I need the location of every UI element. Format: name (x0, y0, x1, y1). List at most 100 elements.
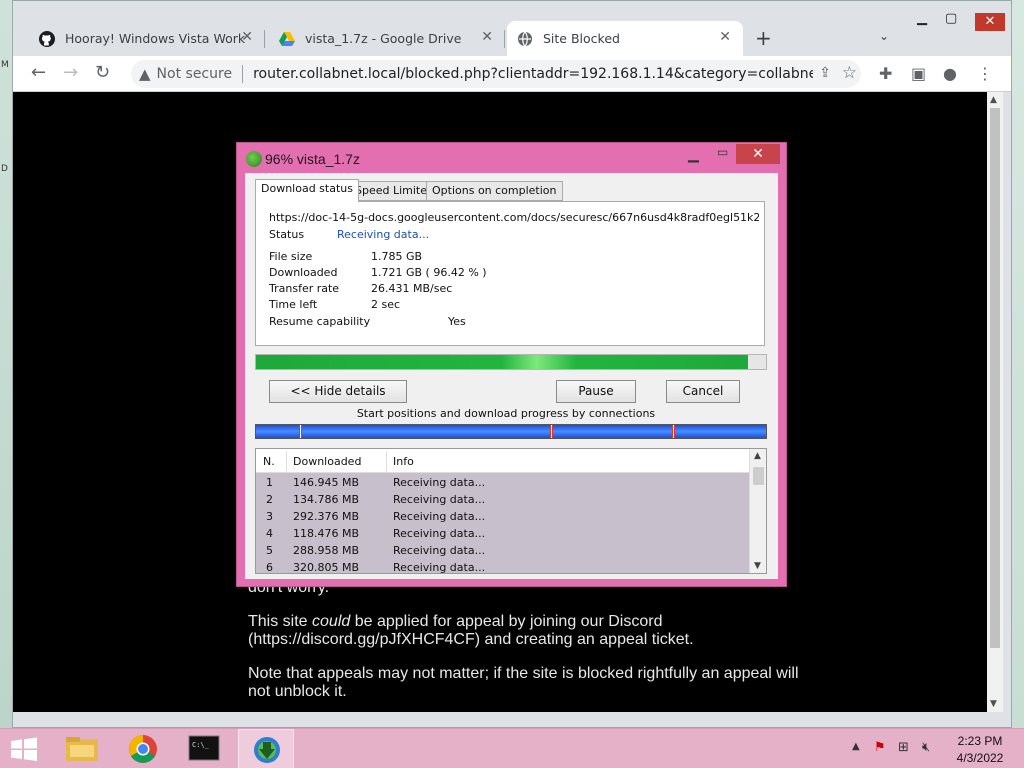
menu-kebab-icon[interactable]: ⋮ (977, 64, 993, 83)
action-center-flag-icon[interactable]: ⚑ (874, 740, 886, 755)
file-size-value: 1.785 GB (371, 250, 423, 263)
github-icon (39, 30, 55, 47)
network-icon[interactable]: ⊞ (898, 740, 909, 755)
close-icon[interactable]: ✕ (241, 29, 253, 45)
command-prompt-icon: C:\_ (188, 735, 220, 761)
connections-table: N. Downloaded Info 1 146.945 MB Receivin… (255, 448, 767, 574)
cell-downloaded: 118.476 MB (293, 527, 360, 540)
cell-number: 5 (266, 544, 273, 557)
google-drive-icon (279, 31, 295, 46)
window-close-icon[interactable]: ✕ (975, 13, 1005, 31)
windows-start-icon[interactable] (10, 737, 38, 761)
globe-icon (518, 31, 532, 46)
taskbar-chrome[interactable] (115, 729, 171, 768)
table-row[interactable]: 2 134.786 MB Receiving data... (256, 491, 750, 508)
connections-table-header: N. Downloaded Info (256, 449, 750, 473)
tab-github[interactable]: Hooray! Windows Vista Works! - ✕ (29, 21, 265, 56)
tab-download-status[interactable]: Download status (255, 179, 359, 202)
back-arrow-icon[interactable]: ← (31, 63, 46, 83)
tab-google-drive[interactable]: vista_1.7z - Google Drive ✕ (269, 21, 505, 56)
cell-info: Receiving data... (393, 544, 486, 557)
desktop-edge-left: M D (0, 0, 12, 728)
dialog-close-icon[interactable]: ✕ (736, 144, 780, 164)
time-left-value: 2 sec (371, 298, 401, 311)
tab-speed-limiter[interactable]: Speed Limiter (349, 181, 438, 201)
reload-icon[interactable]: ↻ (95, 63, 110, 83)
cell-number: 3 (266, 510, 273, 523)
table-row[interactable]: 5 288.958 MB Receiving data... (256, 542, 750, 559)
omnibox-divider (242, 65, 244, 83)
cell-downloaded: 146.945 MB (293, 476, 360, 489)
warning-icon[interactable]: ▲ (139, 65, 151, 83)
column-divider (386, 451, 387, 471)
tab-strip: Hooray! Windows Vista Works! - ✕ vista_1… (13, 1, 1011, 56)
cancel-button[interactable]: Cancel (666, 380, 740, 403)
side-panel-icon[interactable]: ▣ (911, 64, 926, 83)
column-header-downloaded[interactable]: Downloaded (293, 455, 361, 468)
taskbar: C:\_ ▲ ⚑ ⊞ 🔇︎ 2:23 PM 4/3/2022 (0, 728, 1024, 768)
time-left-label: Time left (269, 298, 318, 311)
scrollbar-thumb[interactable] (753, 467, 764, 485)
clock-date[interactable]: 4/3/2022 (940, 751, 1020, 765)
svg-text:C:\_: C:\_ (192, 741, 210, 749)
page-scrollbar[interactable]: ▲ ▼ (987, 92, 1003, 712)
pause-button[interactable]: Pause (556, 380, 636, 403)
new-tab-icon[interactable]: + (755, 26, 772, 50)
url-text[interactable]: router.collabnet.local/blocked.php?clien… (253, 66, 813, 82)
downloaded-label: Downloaded (269, 266, 338, 279)
browser-toolbar: ← → ↻ ▲ Not secure router.collabnet.loca… (13, 56, 1011, 92)
dialog-title: 96% vista_1.7z (265, 151, 360, 167)
star-icon[interactable]: ☆ (842, 63, 857, 83)
scroll-up-icon[interactable]: ▲ (754, 451, 761, 461)
column-header-number[interactable]: N. (263, 455, 275, 468)
share-icon[interactable]: ⇪ (819, 65, 831, 81)
scroll-down-icon[interactable]: ▼ (754, 561, 761, 571)
taskbar-file-explorer[interactable] (54, 729, 110, 768)
hide-details-button[interactable]: << Hide details (269, 380, 407, 403)
tab-site-blocked[interactable]: Site Blocked ✕ (507, 21, 743, 56)
taskbar-internet-download-manager[interactable] (238, 729, 294, 768)
volume-muted-icon[interactable]: 🔇︎ (922, 740, 930, 755)
table-row[interactable]: 4 118.476 MB Receiving data... (256, 525, 750, 542)
resume-capability-label: Resume capability (269, 315, 371, 328)
tab-title: Hooray! Windows Vista Works! - (65, 31, 245, 46)
minimize-icon[interactable]: ▁ (688, 147, 699, 163)
table-row[interactable]: 1 146.945 MB Receiving data... (256, 474, 750, 491)
scroll-up-icon[interactable]: ▲ (990, 95, 997, 105)
scrollbar-thumb[interactable] (990, 108, 1000, 648)
cell-number: 2 (266, 493, 273, 506)
connection-marker (299, 425, 302, 438)
download-progress-bar (255, 354, 767, 370)
chevron-down-icon[interactable]: ⌄ (879, 29, 889, 43)
cell-downloaded: 292.376 MB (293, 510, 360, 523)
resume-capability-value: Yes (448, 315, 466, 328)
scroll-down-icon[interactable]: ▼ (990, 699, 997, 709)
tab-separator (504, 30, 505, 48)
cell-number: 1 (266, 476, 273, 489)
taskbar-command-prompt[interactable]: C:\_ (176, 729, 232, 768)
tab-options-on-completion[interactable]: Options on completion (426, 181, 563, 201)
minimize-icon[interactable]: ▁ (917, 11, 927, 26)
clock-time[interactable]: 2:23 PM (940, 734, 1020, 748)
close-icon[interactable]: ✕ (481, 29, 493, 45)
close-icon[interactable]: ✕ (719, 29, 731, 45)
address-bar[interactable]: ▲ Not secure router.collabnet.local/bloc… (131, 60, 861, 88)
maximize-icon[interactable]: ▢ (945, 11, 957, 26)
forward-arrow-icon[interactable]: → (63, 63, 78, 83)
column-header-info[interactable]: Info (393, 455, 414, 468)
table-row[interactable]: 6 320.805 MB Receiving data... (256, 559, 750, 574)
cell-info: Receiving data... (393, 510, 486, 523)
dialog-body: Download status Speed Limiter Options on… (245, 173, 778, 579)
column-divider (286, 451, 287, 471)
cell-info: Receiving data... (393, 561, 486, 574)
profile-avatar-icon[interactable]: ● (943, 64, 957, 83)
show-hidden-icons-icon[interactable]: ▲ (852, 741, 860, 752)
maximize-icon[interactable]: ▭ (717, 145, 728, 159)
table-row[interactable]: 3 292.376 MB Receiving data... (256, 508, 750, 525)
connections-scrollbar[interactable]: ▲ ▼ (749, 449, 766, 573)
cell-downloaded: 134.786 MB (293, 493, 360, 506)
download-url: https://doc-14-5g-docs.googleusercontent… (269, 211, 759, 224)
extensions-icon[interactable]: ✚ (879, 64, 892, 83)
security-label[interactable]: Not secure (157, 66, 233, 82)
tab-separator (264, 30, 265, 48)
